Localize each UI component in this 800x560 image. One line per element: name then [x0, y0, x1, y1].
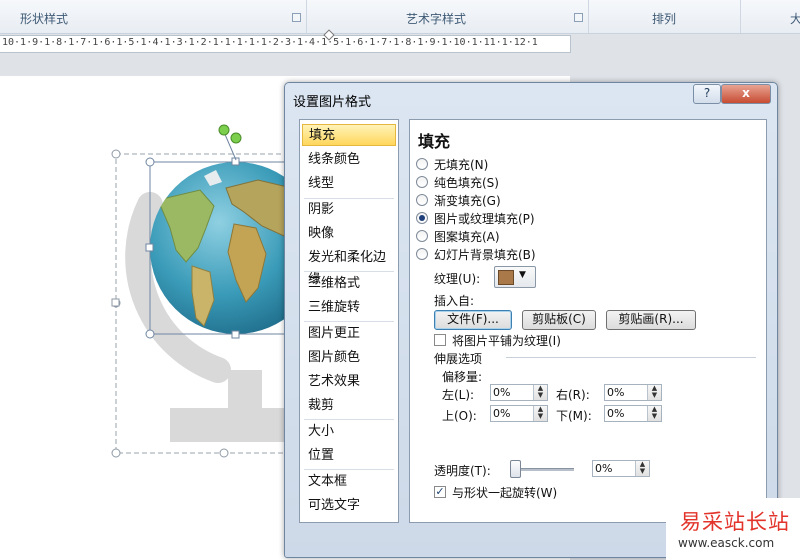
nav-item-picture-corrections[interactable]: 图片更正 — [302, 323, 396, 345]
nav-item-fill[interactable]: 填充 — [302, 124, 396, 146]
transparency-label: 透明度(T): — [434, 464, 491, 478]
rotate-with-shape-checkbox[interactable]: ✓ — [434, 486, 446, 498]
rotate-handle-icon — [230, 132, 242, 144]
nav-item-picture-color[interactable]: 图片颜色 — [302, 347, 396, 369]
radio-label: 无填充(N) — [434, 158, 489, 172]
ribbon-group-wordart-styles: 艺术字样式 — [306, 0, 589, 33]
radio-solid-fill[interactable] — [416, 176, 428, 188]
radio-label: 渐变填充(G) — [434, 194, 501, 208]
transparency-slider-thumb[interactable] — [510, 460, 521, 478]
transparency-slider-track[interactable] — [512, 468, 574, 471]
chevron-down-icon: ▼ — [519, 270, 526, 280]
ribbon-group-label: 排列 — [652, 12, 677, 26]
nav-divider — [304, 469, 394, 470]
panel-title: 填充 — [418, 132, 451, 151]
texture-dropdown[interactable]: ▼ — [494, 266, 536, 288]
nav-item-line-style[interactable]: 线型 — [302, 173, 396, 195]
radio-label: 图案填充(A) — [434, 230, 500, 244]
texture-swatch-icon — [498, 270, 514, 285]
tile-label: 将图片平铺为纹理(I) — [452, 334, 561, 348]
offset-left-value: 0% — [493, 386, 511, 399]
transparency-spinner[interactable]: 0% ▲ ▼ — [592, 460, 650, 477]
nav-item-line-color[interactable]: 线条颜色 — [302, 149, 396, 171]
format-picture-dialog: 设置图片格式 ? x 填充 线条颜色 线型 阴影 映像 发光和柔化边缘 三维格式… — [284, 82, 778, 558]
ribbon-group-arrange: 排列 — [588, 0, 741, 33]
globe-stand-base — [170, 408, 300, 442]
ribbon-group-label: 形状样式 — [20, 12, 69, 26]
radio-slide-background-fill[interactable] — [416, 248, 428, 260]
clipboard-button[interactable]: 剪贴板(C) — [522, 310, 596, 330]
fill-panel: 填充 无填充(N) 纯色填充(S) 渐变填充(G) 图片或纹理填充(P) 图案填… — [409, 119, 767, 523]
nav-item-3d-format[interactable]: 三维格式 — [302, 273, 396, 295]
offset-top-label: 上(O): — [442, 409, 477, 423]
nav-divider — [304, 321, 394, 322]
ribbon-group-size: 大 — [740, 0, 800, 33]
dialog-title: 设置图片格式 — [293, 95, 372, 110]
site-watermark: 易采站长站 www.easck.com — [666, 498, 800, 560]
radio-no-fill[interactable] — [416, 158, 428, 170]
tile-checkbox[interactable] — [434, 334, 446, 346]
ribbon-group-shape-styles: 形状样式 — [0, 0, 307, 33]
offset-right-label: 右(R): — [556, 388, 590, 402]
ruler-ticks: 10·1·9·1·8·1·7·1·6·1·5·1·4·1·3·1·2·1·1·1… — [2, 37, 538, 48]
nav-divider — [304, 271, 394, 272]
category-list: 填充 线条颜色 线型 阴影 映像 发光和柔化边缘 三维格式 三维旋转 图片更正 … — [299, 119, 399, 523]
close-button[interactable]: x — [721, 84, 771, 104]
spinner-arrows-icon[interactable]: ▲ ▼ — [533, 385, 547, 400]
nav-item-position[interactable]: 位置 — [302, 445, 396, 467]
file-button[interactable]: 文件(F)... — [434, 310, 512, 330]
dialog-launcher-icon[interactable] — [292, 13, 301, 22]
offset-left-label: 左(L): — [442, 388, 475, 402]
offset-bottom-label: 下(M): — [556, 409, 592, 423]
spinner-arrows-icon[interactable]: ▲ ▼ — [647, 385, 661, 400]
radio-picture-texture-fill[interactable] — [416, 212, 428, 224]
dialog-launcher-icon[interactable] — [574, 13, 583, 22]
transparency-value: 0% — [595, 462, 613, 475]
nav-item-shadow[interactable]: 阴影 — [302, 199, 396, 221]
help-button[interactable]: ? — [693, 84, 721, 104]
radio-gradient-fill[interactable] — [416, 194, 428, 206]
radio-label: 图片或纹理填充(P) — [434, 212, 535, 226]
offset-right-spinner[interactable]: 0% ▲ ▼ — [604, 384, 662, 401]
offset-top-value: 0% — [493, 407, 511, 420]
radio-pattern-fill[interactable] — [416, 230, 428, 242]
ribbon-group-strip: 形状样式 艺术字样式 排列 大 — [0, 0, 800, 34]
section-divider — [506, 357, 756, 358]
texture-label: 纹理(U): — [434, 272, 481, 286]
ribbon-group-label: 大 — [790, 12, 800, 26]
nav-item-artistic-effects[interactable]: 艺术效果 — [302, 371, 396, 393]
spinner-arrows-icon[interactable]: ▲ ▼ — [635, 461, 649, 476]
nav-item-reflection[interactable]: 映像 — [302, 223, 396, 245]
rotate-handle-icon — [218, 124, 230, 136]
offset-right-value: 0% — [607, 386, 625, 399]
radio-label: 纯色填充(S) — [434, 176, 499, 190]
offset-bottom-spinner[interactable]: 0% ▲ ▼ — [604, 405, 662, 422]
offset-left-spinner[interactable]: 0% ▲ ▼ — [490, 384, 548, 401]
nav-item-3d-rotation[interactable]: 三维旋转 — [302, 297, 396, 319]
watermark-url: www.easck.com — [678, 536, 775, 550]
radio-label: 幻灯片背景填充(B) — [434, 248, 536, 262]
nav-item-text-box[interactable]: 文本框 — [302, 471, 396, 493]
stretch-options-label: 伸展选项 — [434, 352, 483, 366]
nav-item-crop[interactable]: 裁剪 — [302, 395, 396, 417]
ribbon-group-label: 艺术字样式 — [406, 12, 467, 26]
spinner-arrows-icon[interactable]: ▲ ▼ — [533, 406, 547, 421]
watermark-text: 易采站长站 — [680, 510, 790, 534]
nav-divider — [304, 419, 394, 420]
nav-item-size[interactable]: 大小 — [302, 421, 396, 443]
nav-item-alt-text[interactable]: 可选文字 — [302, 495, 396, 517]
nav-item-glow-soft-edges[interactable]: 发光和柔化边缘 — [302, 247, 396, 287]
insert-from-label: 插入自: — [434, 294, 475, 308]
offset-label: 偏移量: — [442, 370, 483, 384]
clipart-button[interactable]: 剪贴画(R)... — [606, 310, 696, 330]
offset-top-spinner[interactable]: 0% ▲ ▼ — [490, 405, 548, 422]
horizontal-ruler[interactable]: 10·1·9·1·8·1·7·1·6·1·5·1·4·1·3·1·2·1·1·1… — [0, 29, 571, 53]
spinner-arrows-icon[interactable]: ▲ ▼ — [647, 406, 661, 421]
offset-bottom-value: 0% — [607, 407, 625, 420]
rotate-with-shape-label: 与形状一起旋转(W) — [452, 486, 558, 500]
